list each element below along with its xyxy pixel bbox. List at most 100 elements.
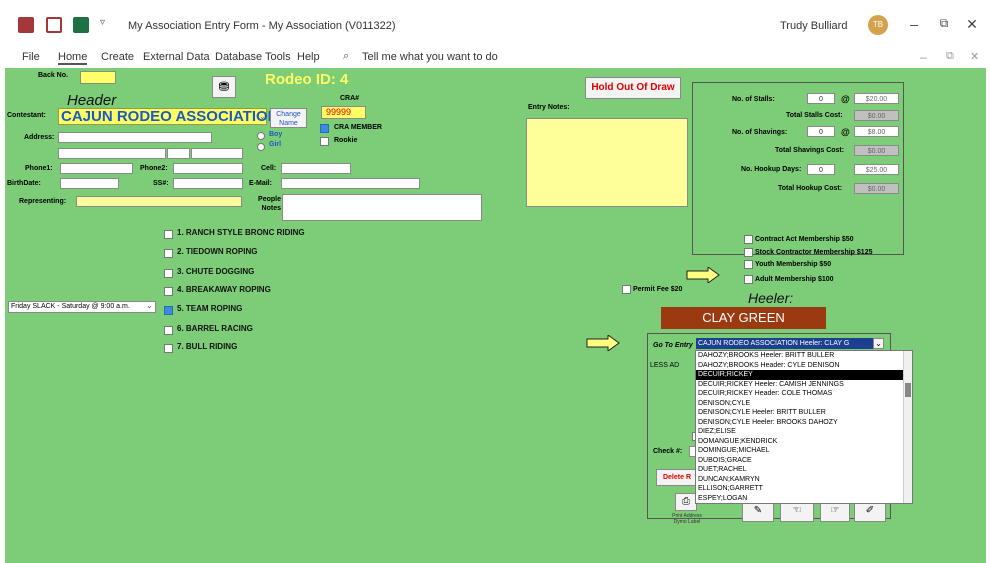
representing-label: Representing:: [19, 198, 67, 205]
slack-select-value: Friday SLACK - Saturday @ 9:00 a.m.: [11, 303, 130, 310]
change-name-button[interactable]: Change Name: [270, 108, 307, 128]
restore-icon[interactable]: ⧉: [934, 16, 954, 31]
save-icon[interactable]: [46, 17, 62, 33]
contestant-select[interactable]: CAJUN RODEO ASSOCIATION: [58, 108, 279, 125]
event-3-checkbox[interactable]: [164, 269, 173, 278]
dropdown-item[interactable]: DOMINGUE;MICHAEL: [696, 446, 912, 456]
event-4-checkbox[interactable]: [164, 287, 173, 296]
zip-field[interactable]: [191, 148, 243, 159]
dropdown-item[interactable]: DENISON;CYLE Heeler: BROOKS DAHOZY: [696, 418, 912, 428]
chevron-down-icon[interactable]: ⌄: [259, 112, 266, 121]
minimize-icon[interactable]: –: [904, 16, 924, 32]
event-5-label: 5. TEAM ROPING: [177, 304, 243, 313]
dropdown-item[interactable]: DUET;RACHEL: [696, 465, 912, 475]
avatar[interactable]: TB: [868, 15, 888, 35]
cra-member-checkbox[interactable]: [320, 124, 329, 133]
address-line1-field[interactable]: [58, 132, 212, 143]
dropdown-item[interactable]: DECUIR;RICKEY: [696, 370, 912, 380]
menu-home[interactable]: Home: [58, 51, 88, 65]
event-5-checkbox[interactable]: [164, 306, 173, 315]
chevron-down-icon[interactable]: ⌄: [146, 301, 153, 310]
dropdown-item[interactable]: DUNCAN;KAMRYN: [696, 475, 912, 485]
total-shavings-field: $0.00: [854, 145, 899, 156]
binoculars-icon[interactable]: ⛃: [212, 76, 236, 98]
girl-radio[interactable]: [257, 143, 265, 151]
go-to-entry-combo[interactable]: CAJUN RODEO ASSOCIATION Heeler: CLAY G: [696, 338, 873, 349]
dropdown-item[interactable]: DENISON;CYLE: [696, 399, 912, 409]
rookie-checkbox[interactable]: [320, 137, 329, 146]
event-2-checkbox[interactable]: [164, 249, 173, 258]
event-6-label: 6. BARREL RACING: [177, 324, 253, 333]
check-number-label: Check #:: [653, 448, 683, 455]
printer-icon[interactable]: ⎙: [675, 493, 697, 511]
stalls-field[interactable]: 0: [807, 93, 835, 104]
restore-doc-icon[interactable]: ⧉: [946, 50, 954, 63]
heeler-name-bar: CLAY GREEN: [661, 307, 826, 329]
adult-membership-checkbox[interactable]: [744, 275, 753, 284]
close-icon[interactable]: ✕: [962, 16, 982, 33]
cra-number-field[interactable]: 99999: [321, 106, 366, 119]
city-field[interactable]: [58, 148, 166, 159]
contract-act-membership-checkbox[interactable]: [744, 235, 753, 244]
boy-label: Boy: [269, 131, 283, 138]
stalls-price-field[interactable]: $20.00: [854, 93, 899, 104]
back-no-field[interactable]: [80, 71, 116, 84]
menu-database-tools[interactable]: Database Tools: [215, 51, 291, 63]
permit-fee-checkbox[interactable]: [622, 285, 631, 294]
dropdown-item[interactable]: DIEZ;ELISE: [696, 427, 912, 437]
menu-create[interactable]: Create: [101, 51, 134, 63]
tell-me-search[interactable]: Tell me what you want to do: [362, 51, 498, 63]
shavings-price-field[interactable]: $8.00: [854, 126, 899, 137]
qat-customize-icon[interactable]: ▿: [100, 17, 105, 28]
state-field[interactable]: [167, 148, 190, 159]
dropdown-item[interactable]: ELLISON;GARRETT: [696, 484, 912, 494]
phone2-field[interactable]: [173, 163, 243, 174]
birthdate-field[interactable]: [60, 178, 119, 189]
chevron-down-icon[interactable]: ⌄: [873, 338, 884, 349]
total-stalls-label: Total Stalls Cost:: [786, 112, 843, 119]
cell-field[interactable]: [281, 163, 351, 174]
dropdown-scrollbar[interactable]: [903, 351, 912, 503]
total-hookup-field: $0.00: [854, 183, 899, 194]
phone1-field[interactable]: [60, 163, 133, 174]
youth-membership-label: Youth Membership $50: [755, 261, 832, 268]
stalls-at-symbol: @: [841, 94, 850, 104]
dropdown-item[interactable]: DENISON;CYLE Heeler: BRITT BULLER: [696, 408, 912, 418]
event-7-checkbox[interactable]: [164, 344, 173, 353]
dropdown-item[interactable]: DOMANGUE;KENDRICK: [696, 437, 912, 447]
ss-field[interactable]: [173, 178, 243, 189]
delete-entry-button[interactable]: Delete R: [656, 469, 698, 486]
menu-help[interactable]: Help: [297, 51, 320, 63]
less-label: LESS AD: [650, 362, 680, 369]
cra-label: CRA#: [340, 95, 360, 102]
scrollbar-thumb[interactable]: [905, 383, 911, 397]
event-6-checkbox[interactable]: [164, 326, 173, 335]
dropdown-item[interactable]: DECUIR;RICKEY Header: COLE THOMAS: [696, 389, 912, 399]
menu-external-data[interactable]: External Data: [143, 51, 210, 63]
excel-export-icon[interactable]: [73, 17, 89, 33]
user-name[interactable]: Trudy Bulliard: [780, 20, 847, 32]
close-doc-icon[interactable]: ✕: [970, 50, 979, 63]
dropdown-item[interactable]: DECUIR;RICKEY Heeler: CAMISH JENNINGS: [696, 380, 912, 390]
dropdown-item[interactable]: DAHOZY;BROOKS Heeler: BRITT BULLER: [696, 351, 912, 361]
event-1-checkbox[interactable]: [164, 230, 173, 239]
email-field[interactable]: [281, 178, 420, 189]
people-notes-field[interactable]: [282, 194, 482, 221]
entry-notes-field[interactable]: [526, 118, 688, 207]
stock-contractor-membership-checkbox[interactable]: [744, 248, 753, 257]
entry-dropdown-list[interactable]: DAHOZY;BROOKS Heeler: BRITT BULLER DAHOZY…: [695, 350, 913, 504]
access-app-icon: [18, 17, 34, 33]
boy-radio[interactable]: [257, 132, 265, 140]
shavings-field[interactable]: 0: [807, 126, 835, 137]
dropdown-item[interactable]: DUBOIS;GRACE: [696, 456, 912, 466]
dropdown-item[interactable]: DAHOZY;BROOKS Header: CYLE DENISON: [696, 361, 912, 371]
dropdown-item[interactable]: ESPEY;LOGAN: [696, 494, 912, 504]
slack-select[interactable]: Friday SLACK - Saturday @ 9:00 a.m.: [8, 301, 156, 313]
minimize-ribbon-icon[interactable]: –: [920, 50, 927, 64]
youth-membership-checkbox[interactable]: [744, 260, 753, 269]
hookup-field[interactable]: 0: [807, 164, 835, 175]
menu-file[interactable]: File: [22, 51, 40, 63]
hookup-price-field[interactable]: $25.00: [854, 164, 899, 175]
representing-field[interactable]: [76, 196, 242, 207]
hold-out-of-draw-button[interactable]: Hold Out Of Draw: [585, 77, 681, 99]
